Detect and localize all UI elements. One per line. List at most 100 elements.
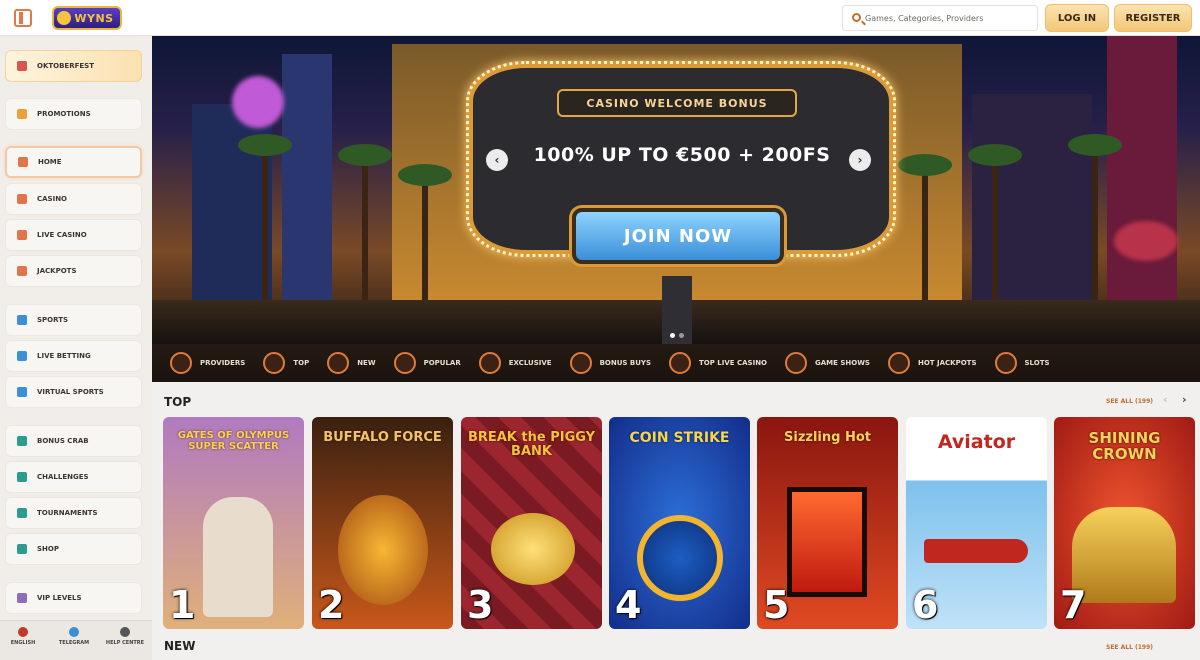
game-title: BREAK the PIGGY BANK <box>467 430 596 459</box>
sidebar-item-shop[interactable]: SHOP <box>5 533 142 565</box>
game-rank: 3 <box>467 583 494 627</box>
game-tile-aviator[interactable]: Aviator 6 <box>906 417 1047 629</box>
slots-icon <box>994 352 1017 374</box>
sidebar-item-home[interactable]: HOME <box>5 146 142 178</box>
game-tile-sizzling-hot[interactable]: Sizzling Hot 5 <box>757 417 898 629</box>
sidebar-item-label: VIP LEVELS <box>37 594 82 602</box>
help-centre-link[interactable]: HELP CENTRE <box>102 627 148 646</box>
sidebar-item-casino[interactable]: CASINO <box>5 183 142 215</box>
crown-icon <box>263 352 286 374</box>
category-slots[interactable]: SLOTS <box>994 352 1050 374</box>
help-icon <box>120 627 130 637</box>
slide-indicator <box>668 323 686 342</box>
site-logo[interactable]: WYNS <box>52 6 122 30</box>
sidebar-item-label: CHALLENGES <box>37 473 89 481</box>
search-box[interactable] <box>842 5 1038 31</box>
hero-prev-button[interactable]: ‹ <box>486 149 508 171</box>
hot-icon <box>887 352 910 374</box>
sidebar-item-vip-levels[interactable]: VIP LEVELS <box>5 582 142 614</box>
see-all-top-link[interactable]: SEE ALL (199) <box>1106 398 1153 405</box>
search-input[interactable] <box>865 10 1033 26</box>
sidebar-item-label: BONUS CRAB <box>37 437 89 445</box>
hero-next-button[interactable]: › <box>849 149 871 171</box>
medal-icon <box>17 472 27 482</box>
sidebar-item-label: PROMOTIONS <box>37 110 91 118</box>
sidebar-item-tournaments[interactable]: TOURNAMENTS <box>5 497 142 529</box>
telegram-link[interactable]: TELEGRAM <box>51 627 97 646</box>
sidebar-item-label: CASINO <box>37 195 68 203</box>
game-tile-shining-crown[interactable]: SHINING CROWN 7 <box>1054 417 1195 629</box>
sidebar-item-label: SHOP <box>37 545 59 553</box>
game-rank: 7 <box>1060 583 1087 627</box>
gift-icon <box>569 352 592 374</box>
game-title: Sizzling Hot <box>784 430 871 445</box>
language-label: ENGLISH <box>10 640 36 646</box>
game-title: SHINING CROWN <box>1088 429 1161 463</box>
game-tile-break-the-piggy-bank[interactable]: BREAK the PIGGY BANK 3 <box>461 417 602 629</box>
lightning-coin-art <box>637 515 723 601</box>
slot-machine-icon <box>17 194 27 204</box>
category-label: PROVIDERS <box>200 359 246 367</box>
sidebar-item-virtual-sports[interactable]: VIRTUAL SPORTS <box>5 376 142 408</box>
category-exclusive[interactable]: EXCLUSIVE <box>478 352 552 374</box>
join-now-button[interactable]: JOIN NOW <box>572 208 784 264</box>
see-all-new-link[interactable]: SEE ALL (199) <box>1106 644 1153 651</box>
shop-icon <box>17 544 27 554</box>
sidebar-item-promotions[interactable]: PROMOTIONS <box>5 98 142 130</box>
palm-tree <box>1068 134 1122 304</box>
palm-tree <box>238 134 292 304</box>
slide-dot[interactable] <box>679 333 684 338</box>
game-tile-gates-of-olympus[interactable]: GATES OF OLYMPUS SUPER SCATTER 1 <box>163 417 304 629</box>
login-button[interactable]: LOG IN <box>1045 4 1109 32</box>
category-popular[interactable]: POPULAR <box>393 352 461 374</box>
bonus-tag: CASINO WELCOME BONUS <box>557 89 797 117</box>
search-icon <box>852 13 861 22</box>
building-right-neon <box>1107 36 1177 304</box>
sidebar-item-bonus-crab[interactable]: BONUS CRAB <box>5 425 142 457</box>
register-button[interactable]: REGISTER <box>1114 4 1192 32</box>
lightning-icon <box>327 352 350 374</box>
category-top[interactable]: TOP <box>263 352 309 374</box>
slide-dot-active[interactable] <box>670 333 675 338</box>
sidebar-toggle-icon[interactable] <box>14 9 32 27</box>
sidebar-item-oktoberfest[interactable]: OKTOBERFEST <box>5 50 142 82</box>
category-top-live-casino[interactable]: TOP LIVE CASINO <box>669 352 767 374</box>
category-providers[interactable]: PROVIDERS <box>170 352 245 374</box>
home-icon <box>18 157 28 167</box>
piggy-art <box>491 513 575 585</box>
sidebar-item-jackpots[interactable]: JACKPOTS <box>5 255 142 287</box>
paris-balloon-sign <box>232 76 284 128</box>
game-title: GATES OF OLYMPUS SUPER SCATTER <box>177 430 290 452</box>
logo-emblem-icon <box>57 11 71 25</box>
language-selector[interactable]: ENGLISH <box>0 627 46 646</box>
sidebar-item-challenges[interactable]: CHALLENGES <box>5 461 142 493</box>
top-next-button[interactable]: › <box>1182 393 1187 406</box>
sidebar-item-label: HOME <box>38 158 62 166</box>
sidebar-item-live-betting[interactable]: LIVE BETTING <box>5 340 142 372</box>
trophy-icon <box>17 508 27 518</box>
palm-tree <box>968 144 1022 304</box>
building-left-tower <box>282 54 332 304</box>
crab-icon <box>17 436 27 446</box>
sidebar-item-sports[interactable]: SPORTS <box>5 304 142 336</box>
hero-banner[interactable]: CASINO WELCOME BONUS 100% UP TO €500 + 2… <box>152 36 1200 344</box>
sidebar-item-label: OKTOBERFEST <box>37 62 94 70</box>
game-tile-buffalo-force[interactable]: BUFFALO FORCE 2 <box>312 417 453 629</box>
game-tile-coin-strike[interactable]: COIN STRIKE 4 <box>609 417 750 629</box>
category-game-shows[interactable]: GAME SHOWS <box>785 352 870 374</box>
category-new[interactable]: NEW <box>327 352 376 374</box>
seven-art <box>787 487 867 597</box>
beer-mug-icon <box>17 61 27 71</box>
top-prev-button[interactable]: ‹ <box>1163 393 1168 406</box>
game-rank: 2 <box>318 583 345 627</box>
telegram-label: TELEGRAM <box>58 640 90 646</box>
category-hot-jackpots[interactable]: HOT JACKPOTS <box>887 352 977 374</box>
sidebar-item-live-casino[interactable]: LIVE CASINO <box>5 219 142 251</box>
game-title: COIN STRIKE <box>629 430 730 446</box>
diamond-icon <box>17 593 27 603</box>
palm-tree <box>398 164 452 304</box>
category-label: NEW <box>357 359 376 367</box>
sidebar-item-label: SPORTS <box>37 316 69 324</box>
category-bonus-buys[interactable]: BONUS BUYS <box>569 352 651 374</box>
game-rank: 1 <box>169 583 196 627</box>
